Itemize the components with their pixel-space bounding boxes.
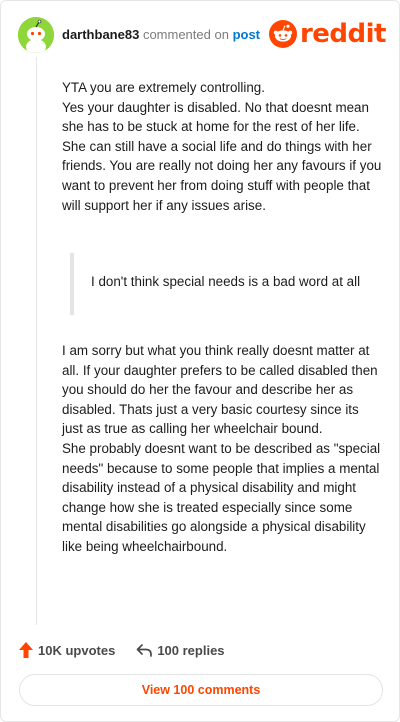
upvote-arrow-icon	[19, 642, 33, 658]
reddit-logo[interactable]: reddit	[268, 19, 387, 49]
reddit-snoo-icon	[268, 20, 297, 48]
replies-button[interactable]: 100 replies	[135, 642, 225, 658]
comment-header: darthbane83 commented on post reddit	[18, 15, 387, 55]
snoo-avatar-icon[interactable]	[18, 17, 54, 53]
reddit-wordmark: reddit	[299, 19, 387, 49]
post-link[interactable]: post	[233, 27, 260, 42]
blockquote: I don't think special needs is a bad wor…	[70, 253, 382, 315]
upvote-button[interactable]: 10K upvotes	[18, 641, 115, 659]
quote-text: I don't think special needs is a bad wor…	[91, 274, 361, 289]
view-comments-button[interactable]: View 100 comments	[19, 674, 383, 706]
comment-card: darthbane83 commented on post reddit YTA…	[0, 0, 400, 722]
comment-paragraph-2: I am sorry but what you think really doe…	[62, 341, 382, 557]
reply-count: 100 replies	[157, 642, 225, 658]
comment-action-text: commented on	[142, 27, 229, 42]
comment-actions: 10K upvotes 100 replies	[18, 640, 225, 660]
comment-meta: darthbane83 commented on post	[62, 27, 260, 43]
reply-arrow-icon	[136, 644, 153, 657]
thread-line[interactable]	[36, 57, 37, 625]
comment-paragraph-1: YTA you are extremely controlling. Yes y…	[62, 78, 382, 215]
comment-line: I am sorry but what you think really doe…	[62, 343, 378, 437]
comment-line: YTA you are extremely controlling.	[62, 80, 265, 95]
upvote-count: 10K upvotes	[38, 642, 116, 658]
comment-line: Yes your daughter is disabled. No that d…	[62, 99, 382, 213]
comment-line: She probably doesnt want to be described…	[62, 440, 381, 554]
author-username[interactable]: darthbane83	[62, 27, 139, 42]
